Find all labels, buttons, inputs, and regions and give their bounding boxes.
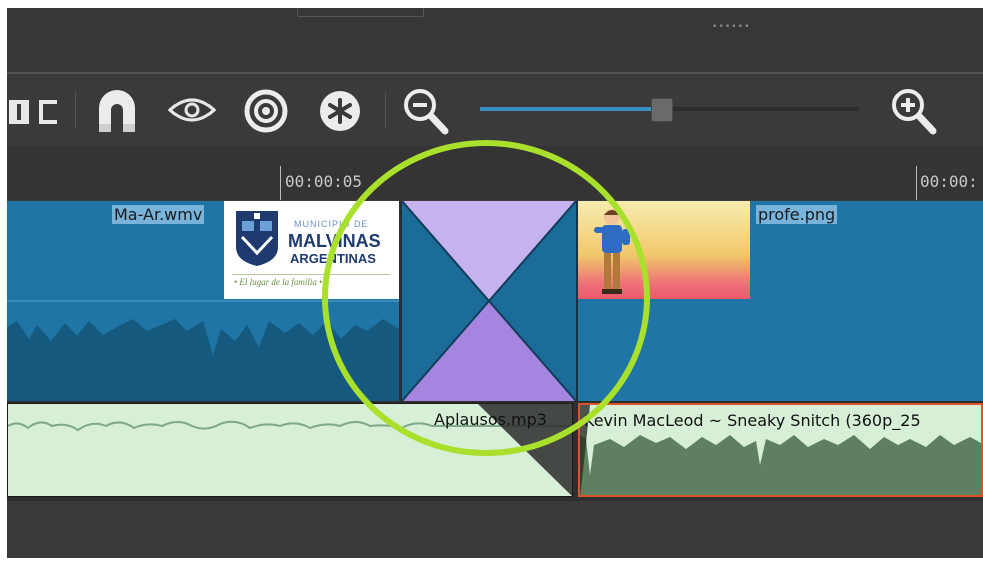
municipality-shield-logo	[236, 211, 278, 266]
logo-motto: • El lugar de la familia •	[234, 277, 323, 287]
snap-magnet-icon[interactable]	[95, 88, 139, 138]
ripple-all-icon[interactable]	[317, 88, 363, 138]
ripple-target-icon[interactable]	[243, 88, 289, 138]
scrub-eye-icon[interactable]	[167, 96, 217, 128]
clip-label: Kevin MacLeod ~ Sneaky Snitch (360p_25	[584, 411, 921, 430]
clip-label: Ma-Ar.wmv	[112, 205, 205, 224]
ruler-tick-label: 00:00:	[920, 172, 978, 191]
zoom-slider[interactable]	[480, 98, 858, 122]
zoom-slider-fill	[480, 107, 662, 111]
split-icon[interactable]	[7, 94, 63, 134]
clip-label: profe.png	[756, 205, 838, 224]
ruler-tick	[280, 166, 281, 200]
zoom-out-icon[interactable]	[403, 88, 449, 140]
timeline-toolbar	[7, 74, 983, 146]
annotation-highlight-circle	[322, 140, 650, 456]
zoom-in-icon[interactable]	[891, 88, 937, 140]
toolbar-separator	[75, 92, 76, 128]
audio-clip-selected[interactable]: Kevin MacLeod ~ Sneaky Snitch (360p_25	[578, 403, 983, 497]
panel-splitter[interactable]	[297, 8, 424, 17]
empty-track	[7, 501, 983, 558]
ruler-tick	[916, 166, 917, 200]
resize-grip[interactable]: ••••••	[712, 22, 751, 32]
zoom-slider-handle[interactable]	[651, 98, 674, 122]
toolbar-separator	[385, 92, 386, 128]
ruler-tick-label: 00:00:05	[285, 172, 363, 191]
panel-header: ••••••	[7, 8, 983, 72]
